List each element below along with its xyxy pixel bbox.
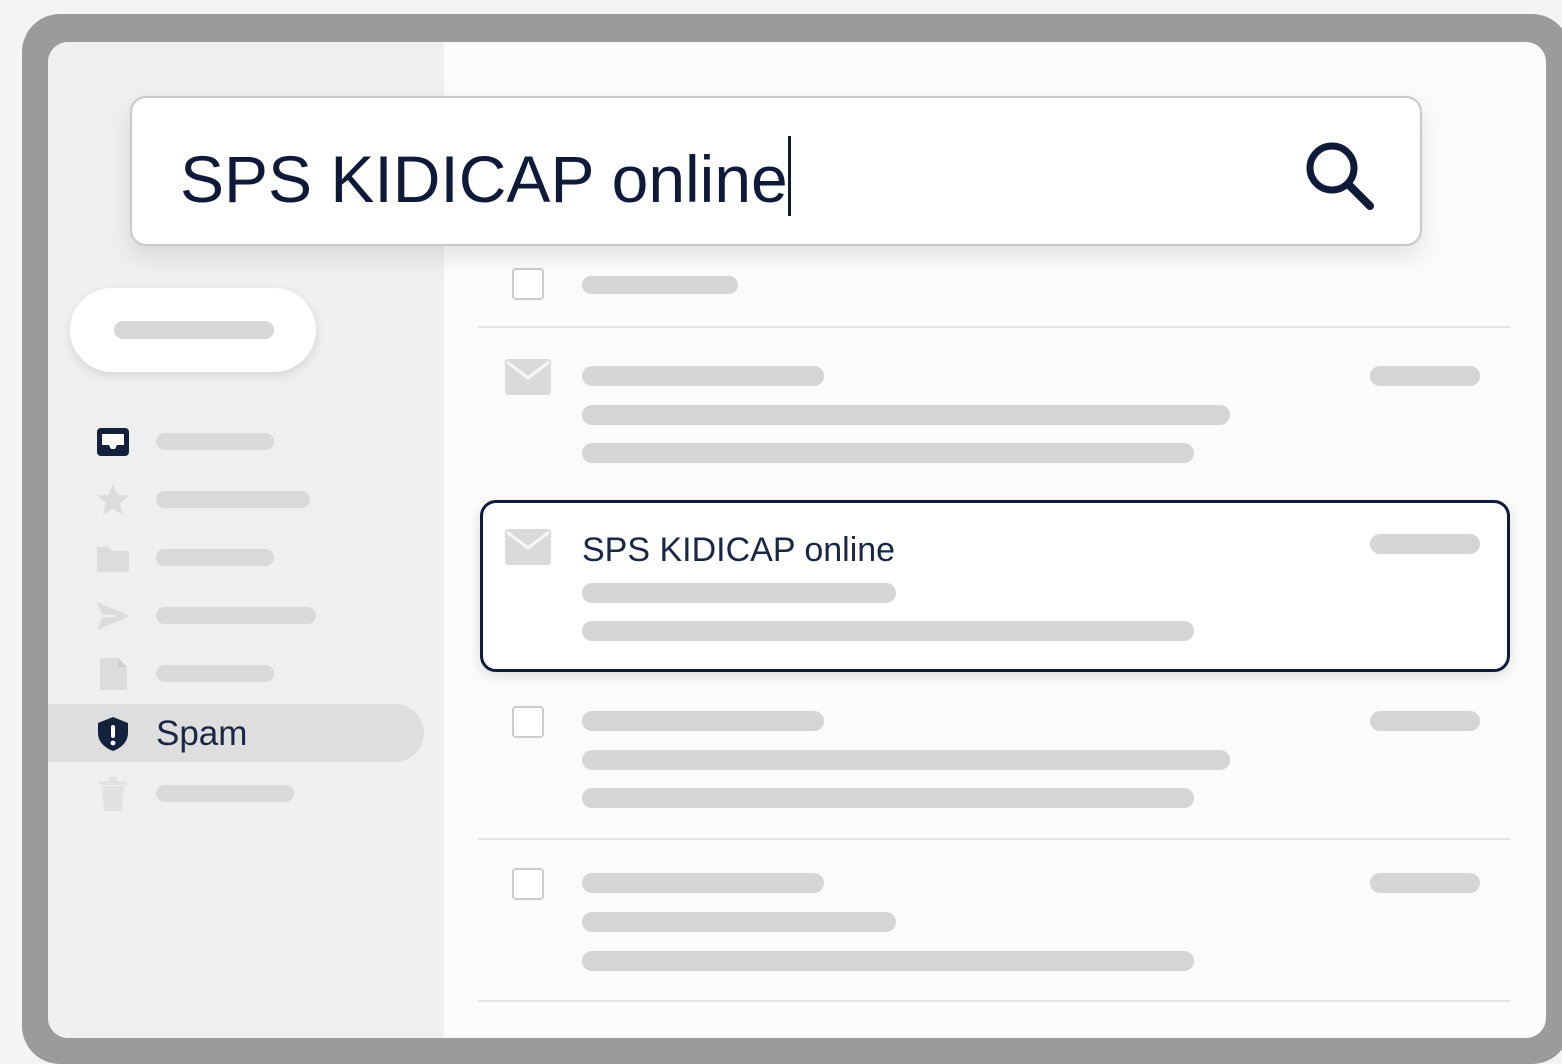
sidebar-label-placeholder <box>156 491 310 508</box>
message-subject-placeholder <box>582 583 896 603</box>
message-placeholder <box>582 276 738 294</box>
message-subject-placeholder <box>582 750 1230 770</box>
envelope-icon[interactable] <box>505 529 551 565</box>
row-divider <box>478 838 1510 840</box>
draft-icon <box>100 658 127 690</box>
message-checkbox[interactable] <box>512 268 544 300</box>
message-subject-placeholder <box>582 912 896 932</box>
message-snippet-placeholder <box>582 788 1194 808</box>
message-snippet-placeholder <box>582 621 1194 641</box>
send-icon <box>97 602 130 630</box>
envelope-icon[interactable] <box>505 359 551 395</box>
search-bar[interactable]: SPS KIDICAP online <box>130 96 1422 246</box>
sidebar-item-spam[interactable]: Spam <box>48 704 424 762</box>
message-date-placeholder <box>1370 534 1480 554</box>
search-query-text: SPS KIDICAP online <box>180 142 788 216</box>
search-input[interactable]: SPS KIDICAP online <box>180 136 791 216</box>
message-sender-placeholder <box>582 711 824 731</box>
shield-alert-icon <box>98 717 128 751</box>
sidebar-label-placeholder <box>156 785 294 802</box>
message-checkbox[interactable] <box>512 706 544 738</box>
message-sender-placeholder <box>582 366 824 386</box>
message-subject-placeholder <box>582 405 1230 425</box>
inbox-icon <box>97 428 129 456</box>
star-icon <box>97 484 129 515</box>
row-divider <box>478 1000 1510 1002</box>
sidebar-item-drafts[interactable] <box>48 644 424 702</box>
message-date-placeholder <box>1370 711 1480 731</box>
sidebar-label-placeholder <box>156 549 274 566</box>
message-date-placeholder <box>1370 366 1480 386</box>
message-subject: SPS KIDICAP online <box>582 531 896 569</box>
search-icon[interactable] <box>1302 138 1376 212</box>
trash-icon <box>99 777 127 811</box>
sidebar-item-sent[interactable] <box>48 586 424 644</box>
message-snippet-placeholder <box>582 951 1194 971</box>
folder-icon <box>97 547 129 572</box>
sidebar-item-starred[interactable] <box>48 470 424 528</box>
row-divider <box>478 326 1510 328</box>
compose-button[interactable] <box>70 288 316 372</box>
message-date-placeholder <box>1370 873 1480 893</box>
sidebar-label-placeholder <box>156 665 274 682</box>
sidebar-item-inbox[interactable] <box>48 412 424 470</box>
message-checkbox[interactable] <box>512 868 544 900</box>
sidebar-label-placeholder <box>156 433 274 450</box>
compose-label-placeholder <box>114 321 274 339</box>
sidebar-item-trash[interactable] <box>48 764 424 822</box>
message-snippet-placeholder <box>582 443 1194 463</box>
sidebar-item-label: Spam <box>156 714 248 753</box>
sidebar-label-placeholder <box>156 607 316 624</box>
message-sender-placeholder <box>582 873 824 893</box>
sidebar-item-folder[interactable] <box>48 528 424 586</box>
text-caret <box>787 136 791 216</box>
